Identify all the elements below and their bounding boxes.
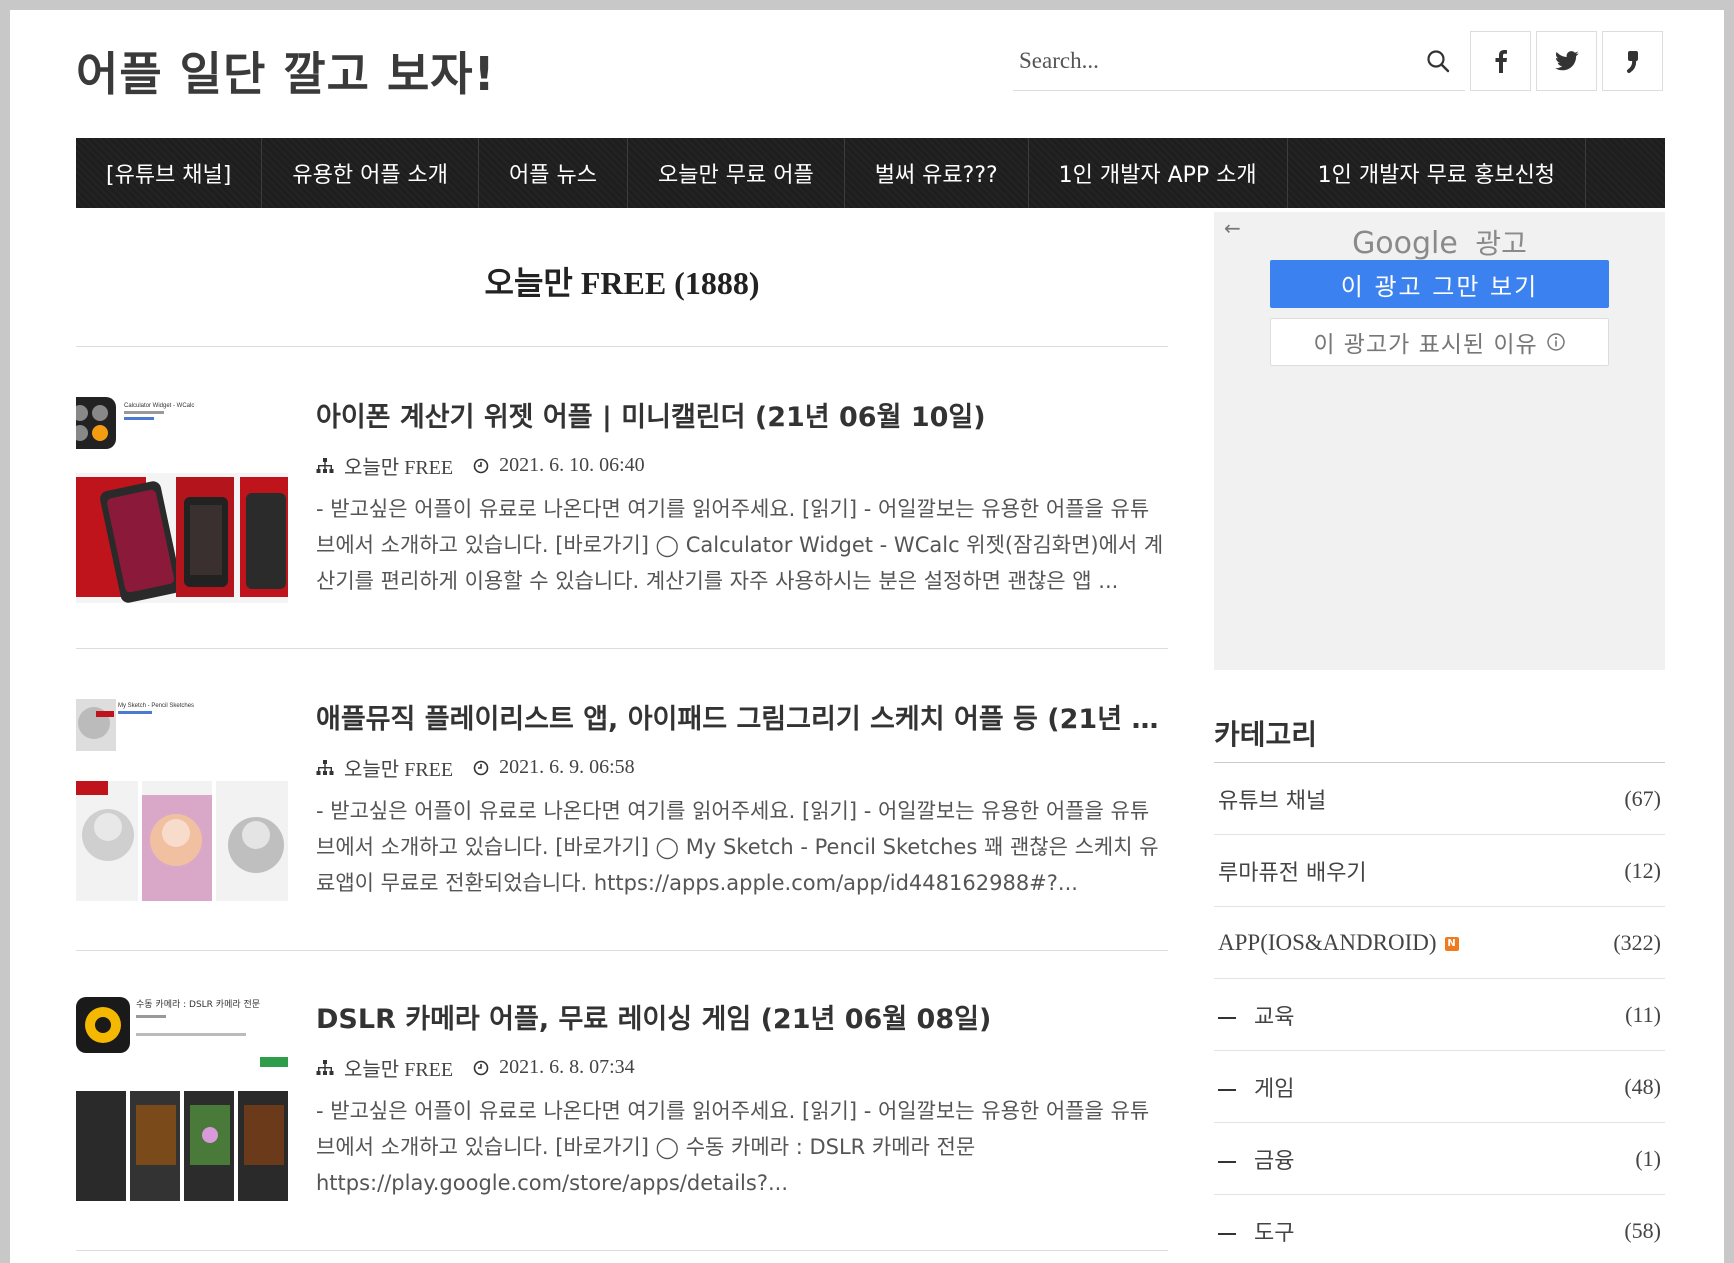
nav-item-youtube[interactable]: [유튜브 채널] <box>76 138 263 208</box>
search-button[interactable] <box>1413 33 1463 89</box>
stop-ad-button[interactable]: 이 광고 그만 보기 <box>1270 260 1609 308</box>
post-item: Calculator Widget - WCalc 아이폰 계산기 위젯 어플 … <box>76 393 1168 613</box>
category-name: 도구 <box>1254 1220 1295 1246</box>
ad-label: 광고 <box>1475 227 1527 260</box>
nav-item-free-today[interactable]: 오늘만 무료 어플 <box>628 138 845 208</box>
divider <box>76 346 1168 347</box>
category-item-youtube[interactable]: 유튜브 채널 (67) <box>1214 763 1665 835</box>
category-name: APP(IOS&ANDROID) <box>1218 929 1437 955</box>
post-title[interactable]: DSLR 카메라 어플, 무료 레이싱 게임 (21년 06월 08일) <box>316 997 1168 1036</box>
divider <box>76 950 1168 951</box>
category-item-game[interactable]: 게임 (48) <box>1214 1051 1665 1123</box>
nav-item-paid-already[interactable]: 벌써 유료??? <box>845 138 1029 208</box>
ad-panel: ← Google 광고 이 광고 그만 보기 이 광고가 표시된 이유 <box>1214 212 1665 670</box>
post-title[interactable]: 아이폰 계산기 위젯 어플 | 미니캘린더 (21년 06월 10일) <box>316 395 1168 434</box>
post-meta: 오늘만 FREE 2021. 6. 8. 07:34 <box>316 1053 635 1082</box>
main-nav: [유튜브 채널] 유용한 어플 소개 어플 뉴스 오늘만 무료 어플 벌써 유료… <box>76 138 1665 208</box>
category-item-finance[interactable]: 금융 (1) <box>1214 1123 1665 1195</box>
tistory-icon <box>1626 51 1638 73</box>
nav-item-useful-apps[interactable]: 유용한 어플 소개 <box>262 138 480 208</box>
search-input[interactable] <box>1013 32 1413 89</box>
category-name: 게임 <box>1254 1076 1295 1102</box>
facebook-button[interactable] <box>1470 31 1531 91</box>
post-date: 2021. 6. 10. 06:40 <box>499 454 645 476</box>
post-date: 2021. 6. 9. 06:58 <box>499 756 635 778</box>
post-thumbnail[interactable]: Calculator Widget - WCalc <box>76 393 288 603</box>
twitter-button[interactable] <box>1536 31 1597 91</box>
dash-icon <box>1218 1016 1236 1019</box>
post-meta: 오늘만 FREE 2021. 6. 9. 06:58 <box>316 753 635 782</box>
twitter-icon <box>1554 51 1579 71</box>
divider <box>76 648 1168 649</box>
category-count: (11) <box>1625 1001 1661 1027</box>
thumb-app-name: My Sketch - Pencil Sketches <box>118 703 194 709</box>
post-title[interactable]: 애플뮤직 플레이리스트 앱, 아이패드 그림그리기 스케치 어플 등 (21년 … <box>316 697 1168 736</box>
post-excerpt: - 받고싶은 어플이 유료로 나온다면 여기를 읽어주세요. [읽기] - 어일… <box>316 1099 1150 1195</box>
dash-icon <box>1218 1088 1236 1091</box>
google-logo: Google <box>1352 226 1458 261</box>
thumb-app-name: 수동 카메라 : DSLR 카메라 전문 <box>136 999 260 1010</box>
category-count: (67) <box>1624 785 1661 811</box>
post-excerpt: - 받고싶은 어플이 유료로 나온다면 여기를 읽어주세요. [읽기] - 어일… <box>316 799 1159 895</box>
info-icon <box>1546 333 1565 351</box>
post-thumbnail[interactable]: 수동 카메라 : DSLR 카메라 전문 <box>76 995 288 1205</box>
post-item: 수동 카메라 : DSLR 카메라 전문 DSLR 카메라 어플, 무료 레이싱… <box>76 995 1168 1215</box>
category-icon <box>316 1059 334 1075</box>
clock-icon <box>473 458 489 473</box>
why-ad-button[interactable]: 이 광고가 표시된 이유 <box>1270 318 1609 366</box>
tistory-button[interactable] <box>1602 31 1663 91</box>
thumb-app-name: Calculator Widget - WCalc <box>124 403 194 409</box>
category-item-lumafusion[interactable]: 루마퓨전 배우기 (12) <box>1214 835 1665 907</box>
why-ad-label: 이 광고가 표시된 이유 <box>1313 332 1538 358</box>
post-meta: 오늘만 FREE 2021. 6. 10. 06:40 <box>316 451 645 480</box>
search-icon <box>1427 49 1450 72</box>
category-count: (12) <box>1624 857 1661 883</box>
post-category[interactable]: 오늘만 FREE <box>344 753 453 782</box>
category-icon <box>316 457 334 473</box>
category-count: (1) <box>1635 1145 1661 1171</box>
dash-icon <box>1218 1232 1236 1235</box>
category-count: (48) <box>1624 1073 1661 1099</box>
category-name: 교육 <box>1254 1004 1295 1030</box>
ad-brand: Google 광고 <box>1214 222 1665 262</box>
category-heading: 카테고리 <box>1214 718 1318 751</box>
post-category[interactable]: 오늘만 FREE <box>344 1053 453 1082</box>
page-title: 오늘만 FREE (1888) <box>484 265 760 301</box>
nav-item-app-news[interactable]: 어플 뉴스 <box>479 138 629 208</box>
category-name: 금융 <box>1254 1148 1295 1174</box>
divider <box>76 1250 1168 1251</box>
category-icon <box>316 759 334 775</box>
category-list: 유튜브 채널 (67) 루마퓨전 배우기 (12) APP(IOS&ANDROI… <box>1214 762 1665 1263</box>
post-category[interactable]: 오늘만 FREE <box>344 451 453 480</box>
post-excerpt: - 받고싶은 어플이 유료로 나온다면 여기를 읽어주세요. [읽기] - 어일… <box>316 497 1164 593</box>
search-box <box>1013 31 1465 91</box>
category-name: 유튜브 채널 <box>1218 788 1327 814</box>
category-count: (322) <box>1613 929 1661 955</box>
nav-item-indie-apps[interactable]: 1인 개발자 APP 소개 <box>1029 138 1288 208</box>
category-item-tools[interactable]: 도구 (58) <box>1214 1195 1665 1263</box>
facebook-icon <box>1495 50 1507 73</box>
category-count: (58) <box>1624 1217 1661 1243</box>
dash-icon <box>1218 1160 1236 1163</box>
category-name: 루마퓨전 배우기 <box>1218 860 1367 886</box>
page: 어플 일단 깔고 보자! [유튜브 채널] 유용한 어플 소개 어플 뉴스 오늘… <box>10 10 1724 1263</box>
new-badge-icon: N <box>1444 936 1459 951</box>
category-item-education[interactable]: 교육 (11) <box>1214 979 1665 1051</box>
site-title[interactable]: 어플 일단 깔고 보자! <box>76 38 496 104</box>
nav-item-indie-promo[interactable]: 1인 개발자 무료 홍보신청 <box>1288 138 1587 208</box>
post-thumbnail[interactable]: My Sketch - Pencil Sketches <box>76 695 288 905</box>
post-item: My Sketch - Pencil Sketches 애플뮤직 플레이리스트 … <box>76 695 1168 915</box>
clock-icon <box>473 1060 489 1075</box>
post-date: 2021. 6. 8. 07:34 <box>499 1056 635 1078</box>
category-item-app[interactable]: APP(IOS&ANDROID) N (322) <box>1214 907 1665 979</box>
clock-icon <box>473 760 489 775</box>
